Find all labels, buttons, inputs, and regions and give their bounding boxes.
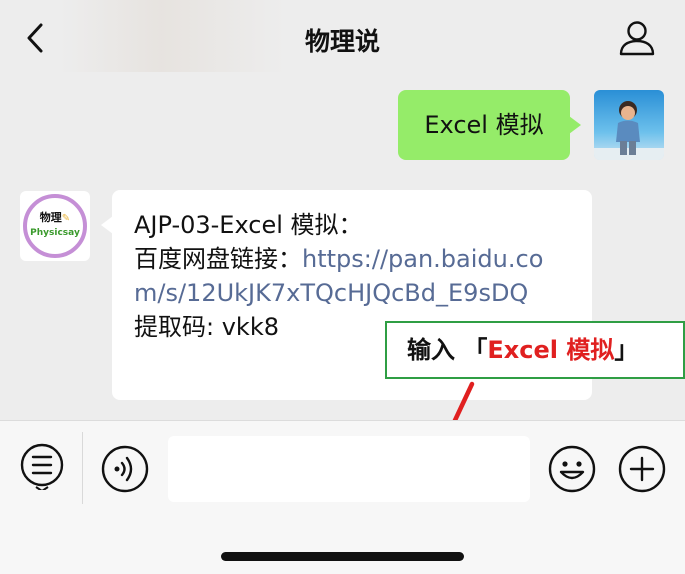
- user-avatar[interactable]: [594, 90, 664, 160]
- input-bar-divider: [82, 432, 83, 504]
- plus-icon[interactable]: [617, 444, 667, 494]
- message-line: AJP-03-Excel 模拟：: [134, 211, 363, 239]
- person-icon: [619, 21, 655, 56]
- bubble-tail: [101, 216, 113, 234]
- outgoing-message-bubble[interactable]: Excel 模拟: [398, 90, 581, 160]
- outgoing-message-text: Excel 模拟: [424, 111, 544, 139]
- annotation-suffix: 」: [614, 336, 639, 364]
- pencil-icon: ✎: [61, 213, 71, 224]
- list-menu-icon[interactable]: [17, 440, 67, 490]
- message-line-with-link: 百度网盘链接：https://pan.baidu.com/s/12UkJK7xT…: [134, 242, 570, 310]
- user-avatar-image: [594, 90, 664, 160]
- official-account-avatar[interactable]: 物理✎ Physicsay: [20, 191, 90, 261]
- chat-header: 物理说: [0, 0, 685, 78]
- home-indicator[interactable]: [221, 552, 464, 561]
- link-prefix: 百度网盘链接：: [134, 245, 302, 273]
- avatar-logo-ring: [23, 194, 87, 258]
- avatar-logo-text: 物理✎: [39, 211, 71, 224]
- chat-title: 物理说: [304, 27, 380, 56]
- bubble-tail: [569, 116, 581, 134]
- instruction-annotation: 输入 「Excel 模拟」: [385, 321, 685, 379]
- annotation-highlight: Excel 模拟: [487, 336, 615, 364]
- avatar-logo-subtext: Physicsay: [30, 228, 80, 238]
- emoji-icon[interactable]: [547, 444, 597, 494]
- voice-icon[interactable]: [100, 444, 150, 494]
- message-input[interactable]: [168, 436, 530, 502]
- annotation-prefix: 输入 「: [407, 336, 488, 364]
- profile-button[interactable]: [617, 18, 657, 58]
